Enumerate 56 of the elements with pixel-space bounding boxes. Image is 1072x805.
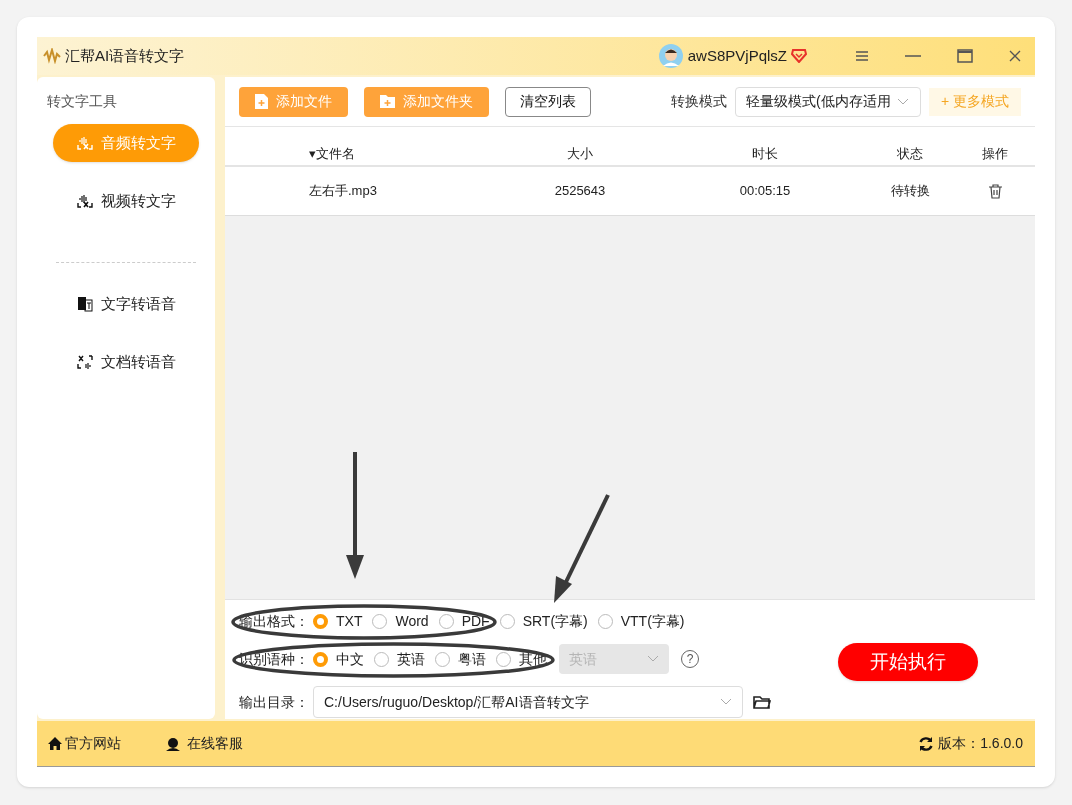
radio-option[interactable]: TXT (313, 610, 363, 632)
sidebar-heading: 转文字工具 (47, 92, 118, 111)
column-header[interactable]: 操作 (955, 143, 1035, 163)
menu-icon[interactable] (855, 50, 869, 62)
avatar-icon (658, 44, 683, 68)
table-cell-text: 左右手.mp3 (308, 182, 378, 201)
document-icon (76, 296, 93, 312)
mode-dropdown[interactable]: 轻量级模式(低内存适用 (734, 86, 921, 117)
radio-button[interactable] (435, 651, 450, 667)
radio-option[interactable]: VTT(字幕) (597, 610, 685, 632)
folder-plus-icon (380, 95, 395, 108)
radio-option[interactable]: 中文 (313, 648, 364, 670)
radio-button[interactable] (374, 651, 389, 667)
chevron-icon (720, 698, 732, 706)
table-cell-text: 00:05:15 (738, 182, 792, 201)
table-cell-text: 2525643 (553, 182, 607, 201)
sidebar-item[interactable]: 视频转文字 (53, 182, 199, 220)
mode-label: 转换模式 (670, 92, 727, 111)
radio-button[interactable] (438, 613, 454, 629)
folder-icon[interactable] (753, 694, 771, 710)
column-header[interactable]: 大小 (495, 143, 665, 163)
window-title: 汇帮AI语音转文字 (65, 45, 185, 66)
file-plus-icon (255, 94, 268, 109)
sidebar-item[interactable]: 文字转语音 (53, 285, 199, 323)
radio-button[interactable] (499, 613, 515, 629)
maximize-icon[interactable] (957, 49, 973, 63)
refresh-icon[interactable] (918, 735, 935, 752)
trash-icon[interactable] (988, 183, 1002, 199)
radio-option[interactable]: SRT(字幕) (499, 610, 588, 632)
sidebar-item[interactable]: 文档转语音 (53, 343, 199, 381)
column-header[interactable]: 时长 (665, 143, 865, 163)
logo-icon (43, 48, 61, 64)
vip-icon (791, 49, 807, 63)
close-icon[interactable] (1009, 50, 1021, 62)
chevron-icon (647, 655, 659, 663)
username: awS8PVjPqlsZ (687, 45, 787, 66)
output-path-dropdown[interactable]: C:/Users/ruguo/Desktop/汇帮AI语音转文字 (313, 686, 743, 718)
radio-button[interactable] (597, 613, 613, 629)
home-icon[interactable] (47, 736, 63, 751)
chevron-icon (896, 97, 909, 106)
output-label: 输出目录： (239, 692, 309, 712)
clear-list-button[interactable]: 清空列表 (505, 86, 591, 117)
start-button[interactable]: 开始执行 (838, 643, 978, 681)
radio-button[interactable] (313, 651, 328, 667)
radio-option[interactable]: Word (372, 610, 429, 632)
column-header[interactable]: ▾文件名 (225, 143, 495, 163)
column-header[interactable]: 状态 (865, 143, 955, 163)
radio-option[interactable]: 英语 (374, 648, 425, 670)
radio-option[interactable]: 粤语 (435, 648, 486, 670)
radio-button[interactable] (372, 613, 388, 629)
radio-button[interactable] (496, 651, 511, 667)
website-link[interactable]: 官方网站 (65, 733, 121, 754)
radio-button[interactable] (313, 613, 328, 629)
version-text: 版本：1.6.0.0 (938, 734, 1023, 753)
support-link[interactable]: 在线客服 (187, 733, 243, 754)
table-cell-text: 待转换 (889, 182, 931, 201)
